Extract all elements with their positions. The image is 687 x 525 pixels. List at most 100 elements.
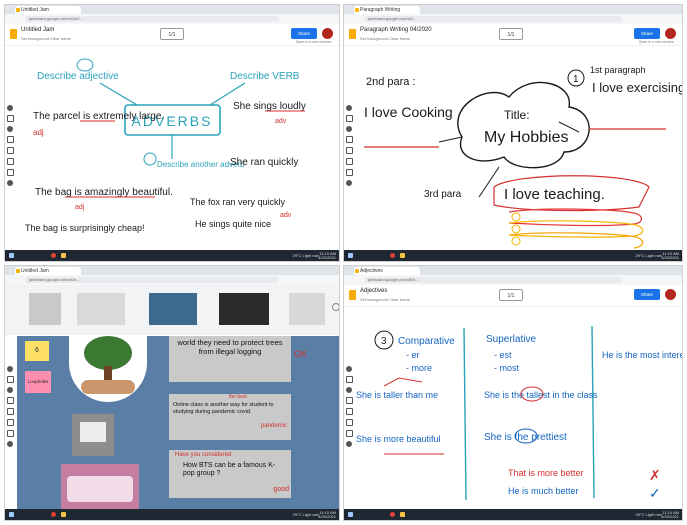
drawing-toolbar xyxy=(6,366,14,451)
jam-canvas[interactable]: 3 Comparative - er - more Superlative - … xyxy=(344,308,683,511)
start-icon[interactable] xyxy=(348,512,353,517)
jam-canvas[interactable]: ADVERBS Describe adjective Describe VERB… xyxy=(5,47,340,250)
stack-circle-1 xyxy=(511,212,521,222)
frame-thumb[interactable] xyxy=(219,293,269,325)
jamboard-header: Adjectives Set background Clear frame 1/… xyxy=(344,285,682,307)
sentence-ran-quickly: She ran quickly xyxy=(230,157,298,168)
browser-tab[interactable]: Untitled Jam xyxy=(15,267,81,275)
url-field[interactable]: jamboard.google.com/d/1h... xyxy=(364,277,622,283)
eraser-tool-icon[interactable] xyxy=(6,376,14,383)
avatar[interactable] xyxy=(322,28,333,39)
address-bar: jamboard.google.com/d/1e... xyxy=(5,275,339,285)
url-field[interactable]: jamboard.google.com/d/1sH... xyxy=(25,16,279,22)
frame-thumb[interactable] xyxy=(77,293,125,325)
jamboard-logo-icon xyxy=(349,29,356,39)
browser-tab[interactable]: Untitled Jam xyxy=(15,6,81,14)
text-box-2[interactable]: the best Online class is another way for… xyxy=(169,394,291,440)
browser-tab[interactable]: Paragraph Writing xyxy=(354,6,420,14)
frame-thumb[interactable] xyxy=(149,293,197,325)
start-icon[interactable] xyxy=(9,253,14,258)
clock-date: 4/20/2021 xyxy=(318,514,336,519)
jam-title[interactable]: Adjectives xyxy=(360,288,387,294)
frame-pager[interactable]: 1/1 xyxy=(160,28,184,40)
jam-canvas[interactable]: Title: My Hobbies 1 1st paragraph I love… xyxy=(344,47,683,250)
jam-title[interactable]: Paragraph Writing 04/2020 xyxy=(360,27,432,33)
comparative-more: - more xyxy=(406,363,432,373)
share-button[interactable]: Share xyxy=(634,28,660,39)
sentence-parcel: The parcel is extremely large. xyxy=(33,111,164,122)
frame-strip xyxy=(5,285,339,335)
chrome-taskbar-icon[interactable] xyxy=(51,512,56,517)
url-field[interactable]: jamboard.google.com/d/1... xyxy=(364,16,622,22)
arrow-para2 xyxy=(438,136,463,143)
slide-canvas[interactable]: 6 Loopholes world they need to protect t… xyxy=(17,336,339,510)
text-box-1[interactable]: world they need to protect trees from il… xyxy=(169,336,307,382)
share-button[interactable]: Share xyxy=(634,289,660,300)
jam-title[interactable]: Untitled Jam xyxy=(21,27,54,33)
add-frame-icon[interactable] xyxy=(332,303,339,311)
para3-text: I love teaching. xyxy=(504,186,605,203)
adj-mark-1: adj xyxy=(33,128,44,137)
avatar[interactable] xyxy=(665,28,676,39)
jamboard-logo-icon xyxy=(349,290,356,300)
cross-mark-icon: ✗ xyxy=(649,467,661,483)
frame-thumb[interactable] xyxy=(29,293,61,325)
describe-verb-label: Describe VERB xyxy=(230,71,300,82)
frame-pager[interactable]: 1/1 xyxy=(499,289,523,301)
address-bar: jamboard.google.com/d/1sH... xyxy=(5,14,339,24)
superlative-most: - most xyxy=(494,363,520,373)
sticky-note-pink[interactable]: Loopholes xyxy=(25,371,51,393)
adj-mark-2: adj xyxy=(75,204,85,211)
frame-pager[interactable]: 1/1 xyxy=(499,28,523,40)
share-button[interactable]: Share xyxy=(291,28,317,39)
chrome-taskbar-icon[interactable] xyxy=(51,253,56,258)
folder-taskbar-icon[interactable] xyxy=(61,512,66,517)
open-window-hint[interactable]: Open in a new window xyxy=(296,40,331,44)
open-window-hint[interactable]: Open in a new window xyxy=(639,40,674,44)
para1-number: 1 xyxy=(573,74,579,85)
clock-date: 4/20/2021 xyxy=(661,255,679,260)
folder-taskbar-icon[interactable] xyxy=(400,512,405,517)
describe-adjective-label: Describe adjective xyxy=(37,71,119,82)
sticky-note-yellow[interactable]: 6 xyxy=(25,341,49,361)
start-icon[interactable] xyxy=(9,512,14,517)
jamboard-header: Untitled Jam Set background Clear frame … xyxy=(5,24,339,46)
para2-text: I love Cooking xyxy=(364,104,453,120)
chrome-taskbar-icon[interactable] xyxy=(390,512,395,517)
title-text: My Hobbies xyxy=(484,129,568,146)
clock: 11:10 AM 4/20/2021 xyxy=(318,511,336,519)
comparative-er: - er xyxy=(406,350,420,360)
number-circle-1 xyxy=(76,58,94,72)
browser-tabstrip: Adjectives xyxy=(344,266,682,275)
shape-tool-icon[interactable] xyxy=(6,419,14,426)
image-tool-icon[interactable] xyxy=(6,408,14,415)
select-tool-icon[interactable] xyxy=(7,387,13,393)
pen-tool-icon[interactable] xyxy=(7,366,13,372)
sentence-bag-beautiful: The bag is amazingly beautiful. xyxy=(35,187,173,198)
chrome-taskbar-icon[interactable] xyxy=(390,253,395,258)
laser-tool-icon[interactable] xyxy=(7,441,13,447)
folder-taskbar-icon[interactable] xyxy=(400,253,405,258)
browser-tabstrip: Untitled Jam xyxy=(5,266,339,275)
textbox-tool-icon[interactable] xyxy=(6,430,14,437)
jam-menu[interactable]: Set background Clear frame xyxy=(21,36,71,41)
start-icon[interactable] xyxy=(348,253,353,258)
text-box-3[interactable]: Have you considered How BTS can be a fam… xyxy=(169,450,291,498)
frame-thumb[interactable] xyxy=(289,293,325,325)
sticky-note-tool-icon[interactable] xyxy=(6,397,14,404)
browser-tab[interactable]: Adjectives xyxy=(354,267,420,275)
tree-hands-image[interactable] xyxy=(69,336,147,402)
jam-menu[interactable]: Set background Clear frame xyxy=(360,297,410,302)
avatar[interactable] xyxy=(665,289,676,300)
classroom-photo[interactable] xyxy=(72,414,114,456)
kpop-photo[interactable] xyxy=(61,464,139,510)
address-bar: jamboard.google.com/d/1... xyxy=(344,14,682,24)
clock: 11:10 AM 4/20/2021 xyxy=(661,511,679,519)
jam-menu[interactable]: Set background Clear frame xyxy=(360,36,410,41)
superlative-example-2: She is the prettiest xyxy=(484,432,567,443)
box2-mark: the best xyxy=(229,394,247,400)
jamboard-header: Paragraph Writing 04/2020 Set background… xyxy=(344,24,682,46)
folder-taskbar-icon[interactable] xyxy=(61,253,66,258)
url-field[interactable]: jamboard.google.com/d/1e... xyxy=(25,277,279,283)
comparative-example-2: She is more beautiful xyxy=(356,434,441,444)
